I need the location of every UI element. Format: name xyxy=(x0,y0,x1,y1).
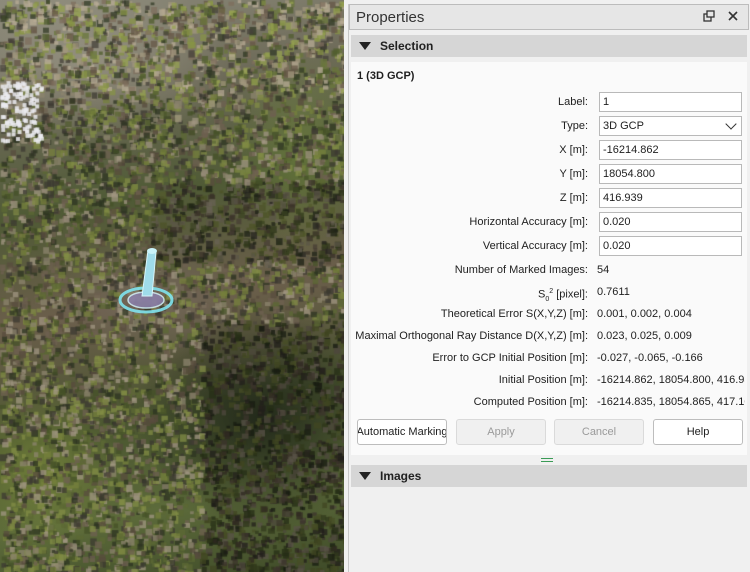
initial-position-row: Initial Position [m]: -16214.862, 18054.… xyxy=(351,369,747,391)
action-buttons: Automatic Marking Apply Cancel Help xyxy=(357,419,745,445)
vertical-accuracy-input[interactable] xyxy=(599,236,742,256)
computed-position-caption: Computed Position [m]: xyxy=(473,396,588,408)
selection-header-label: Selection xyxy=(380,39,434,53)
point-cloud-viewport[interactable] xyxy=(0,0,344,572)
type-row: Type: 3D GCP xyxy=(351,115,747,137)
max-ray-distance-row: Maximal Orthogonal Ray Distance D(X,Y,Z)… xyxy=(351,325,747,347)
automatic-marking-button[interactable]: Automatic Marking xyxy=(357,419,447,445)
gcp-marker-icon[interactable] xyxy=(112,240,182,330)
s0-caption-rest: [pixel]: xyxy=(553,288,588,301)
computed-position-value: -16214.835, 18054.865, 417.105 xyxy=(597,396,745,408)
max-ray-distance-caption: Maximal Orthogonal Ray Distance D(X,Y,Z)… xyxy=(355,330,588,342)
x-caption: X [m]: xyxy=(559,144,588,156)
error-to-initial-caption: Error to GCP Initial Position [m]: xyxy=(432,352,588,364)
type-selected-value: 3D GCP xyxy=(603,120,644,132)
label-input[interactable] xyxy=(599,92,742,112)
z-input[interactable] xyxy=(599,188,742,208)
images-header-label: Images xyxy=(380,469,422,483)
theoretical-error-value: 0.001, 0.002, 0.004 xyxy=(597,308,692,320)
vertical-accuracy-caption: Vertical Accuracy [m]: xyxy=(482,240,588,252)
horizontal-accuracy-caption: Horizontal Accuracy [m]: xyxy=(469,216,588,228)
error-to-initial-row: Error to GCP Initial Position [m]: -0.02… xyxy=(351,347,747,369)
type-caption: Type: xyxy=(561,120,588,132)
splitter-grip-icon[interactable] xyxy=(541,456,553,462)
s0-caption-sub: 0 xyxy=(545,295,550,303)
properties-titlebar: Properties xyxy=(349,4,749,30)
s0-row: S02 [pixel]: 0.7611 xyxy=(351,281,747,303)
type-select[interactable]: 3D GCP xyxy=(599,116,742,136)
cancel-button[interactable]: Cancel xyxy=(554,419,644,445)
help-button[interactable]: Help xyxy=(653,419,743,445)
panel-title: Properties xyxy=(356,8,425,26)
y-row: Y [m]: xyxy=(351,163,747,185)
marked-images-row: Number of Marked Images: 54 xyxy=(351,259,747,281)
initial-position-value: -16214.862, 18054.800, 416.939 xyxy=(597,374,745,386)
vertical-accuracy-row: Vertical Accuracy [m]: xyxy=(351,235,747,257)
marked-images-caption: Number of Marked Images: xyxy=(454,264,588,276)
computed-position-row: Computed Position [m]: -16214.835, 18054… xyxy=(351,391,747,413)
panel-splitter[interactable] xyxy=(351,455,747,463)
images-body xyxy=(351,487,747,572)
z-row: Z [m]: xyxy=(351,187,747,209)
theoretical-error-row: Theoretical Error S(X,Y,Z) [m]: 0.001, 0… xyxy=(351,303,747,325)
images-section-header[interactable]: Images xyxy=(351,465,747,487)
object-title: 1 (3D GCP) xyxy=(357,70,415,82)
float-window-icon[interactable] xyxy=(700,8,718,26)
properties-panel: Properties Selection 1 (3D GCP) Label: T… xyxy=(348,4,749,572)
horizontal-accuracy-row: Horizontal Accuracy [m]: xyxy=(351,211,747,233)
marked-images-value: 54 xyxy=(597,264,610,276)
x-input[interactable] xyxy=(599,140,742,160)
y-caption: Y [m]: xyxy=(559,168,588,180)
y-input[interactable] xyxy=(599,164,742,184)
apply-button[interactable]: Apply xyxy=(456,419,546,445)
selection-body: 1 (3D GCP) Label: Type: 3D GCP X [m]: Y … xyxy=(351,62,747,462)
close-icon[interactable] xyxy=(724,8,742,26)
theoretical-error-caption: Theoretical Error S(X,Y,Z) [m]: xyxy=(440,308,588,320)
chevron-down-icon xyxy=(725,118,737,130)
x-row: X [m]: xyxy=(351,139,747,161)
initial-position-caption: Initial Position [m]: xyxy=(498,374,588,386)
horizontal-accuracy-input[interactable] xyxy=(599,212,742,232)
s0-value: 0.7611 xyxy=(597,286,630,298)
max-ray-distance-value: 0.023, 0.025, 0.009 xyxy=(597,330,692,342)
selection-section-header[interactable]: Selection xyxy=(351,35,747,57)
label-caption: Label: xyxy=(558,96,588,108)
s0-caption: S02 [pixel]: xyxy=(538,281,588,303)
collapse-triangle-icon[interactable] xyxy=(359,42,371,50)
collapse-triangle-icon[interactable] xyxy=(359,472,371,480)
z-caption: Z [m]: xyxy=(559,192,588,204)
label-row: Label: xyxy=(351,91,747,113)
error-to-initial-value: -0.027, -0.065, -0.166 xyxy=(597,352,703,364)
